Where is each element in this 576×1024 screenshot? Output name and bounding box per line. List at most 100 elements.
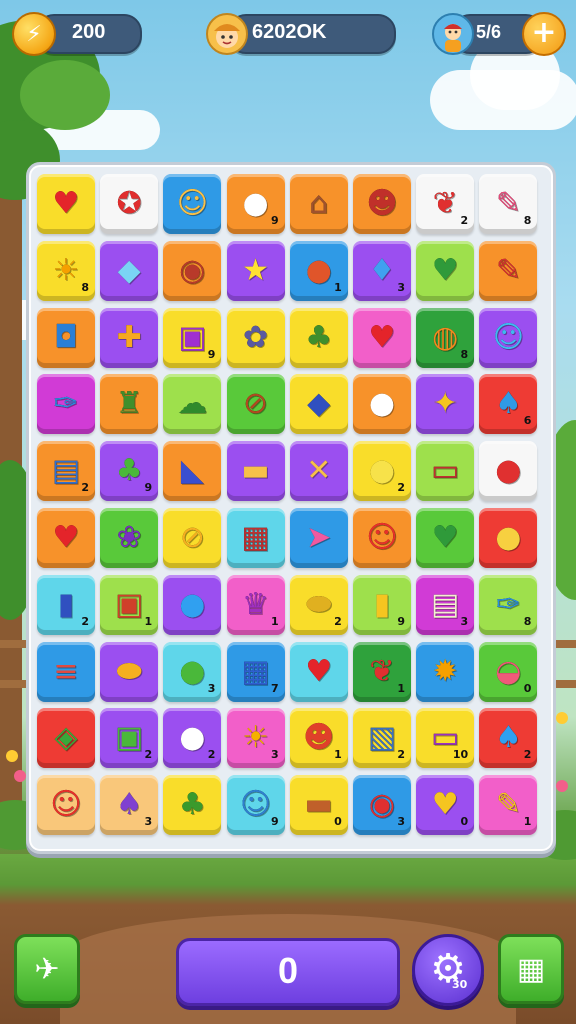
tile[interactable]: ◆	[100, 240, 159, 301]
tile-number: 1	[334, 748, 342, 762]
tile[interactable]: ☀ 8	[37, 240, 95, 301]
grid-menu-button[interactable]: ▦	[498, 934, 564, 1004]
paper-plane-button[interactable]: ✈	[14, 934, 80, 1004]
tile[interactable]: ● 2	[163, 708, 222, 769]
tile[interactable]: ☺	[163, 174, 222, 234]
tile[interactable]: ♜	[100, 374, 159, 435]
tile[interactable]: ☺	[353, 508, 411, 568]
tile[interactable]: ⊘	[226, 374, 285, 435]
grid-calendar-icon: ▦	[516, 951, 546, 987]
tile[interactable]: ✎ 1	[479, 775, 538, 836]
tile[interactable]: ✑ 8	[479, 574, 538, 635]
tile[interactable]: ▧ 2	[353, 708, 411, 769]
tile[interactable]: ☀ 3	[226, 708, 285, 769]
tile[interactable]: ☁	[163, 374, 222, 435]
tile[interactable]: ☻	[353, 174, 411, 234]
tile[interactable]: ♠ 6	[479, 374, 538, 435]
add-lives-button[interactable]: +	[522, 12, 566, 56]
tile[interactable]: ✎	[479, 240, 538, 301]
tile-icon: ▣	[115, 720, 144, 756]
tile[interactable]: ●	[479, 508, 538, 568]
tile[interactable]: ◆	[289, 374, 348, 435]
tile[interactable]: ☺	[37, 775, 95, 836]
tile-icon: ●	[179, 720, 206, 756]
tile[interactable]: ◉ 3	[353, 775, 411, 836]
tile[interactable]: ✪	[100, 174, 159, 234]
tile[interactable]: ♥	[289, 641, 348, 702]
tile-number: 2	[81, 481, 89, 495]
tile[interactable]: ● 2	[353, 441, 411, 502]
tile[interactable]: ♥	[353, 307, 411, 368]
tile[interactable]: ★	[226, 240, 285, 301]
tile[interactable]: ▭ 10	[416, 708, 475, 769]
tile[interactable]: ◘	[37, 307, 95, 368]
tile[interactable]: ♣ 9	[100, 441, 159, 502]
tile[interactable]: ▮ 9	[353, 574, 411, 635]
tile-number: 2	[334, 614, 342, 628]
tile[interactable]: ● 3	[163, 641, 222, 702]
paper-plane-icon: ✈	[34, 951, 60, 987]
tile[interactable]: ✹	[416, 641, 475, 702]
tile[interactable]: ❦ 2	[416, 174, 475, 234]
tile-icon: ◆	[117, 252, 141, 288]
tile-icon: ♠	[115, 787, 143, 823]
tile[interactable]: ▤ 2	[37, 441, 95, 502]
tile[interactable]: ✦	[416, 374, 475, 435]
tile[interactable]: ✎ 8	[479, 174, 538, 234]
tile[interactable]: ◈	[37, 708, 95, 769]
tile[interactable]: ❀	[100, 508, 159, 568]
tile[interactable]: ▣ 1	[100, 574, 159, 635]
tile[interactable]: ✑	[37, 374, 95, 435]
tile[interactable]: ▦ 7	[226, 641, 285, 702]
tile[interactable]: ♣	[163, 775, 222, 836]
tile[interactable]: ▣ 9	[163, 307, 222, 368]
tile[interactable]: ☺ 9	[226, 775, 285, 836]
settings-button[interactable]: ⚙	[412, 934, 484, 1006]
tile[interactable]: ♠ 3	[100, 775, 159, 836]
tile[interactable]: ✿	[226, 307, 285, 368]
tile[interactable]: ♠ 2	[479, 708, 538, 769]
tile[interactable]: ● 9	[226, 174, 285, 234]
tile-icon: ✪	[116, 186, 142, 221]
tile[interactable]: ●	[163, 574, 222, 635]
tile[interactable]: ●	[353, 374, 411, 435]
tile[interactable]: ✚	[100, 307, 159, 368]
tile[interactable]: ⬬	[100, 641, 159, 702]
tile[interactable]: ◉	[163, 240, 222, 301]
tile[interactable]: ≡	[37, 641, 95, 702]
tile[interactable]: ➤	[289, 508, 348, 568]
tile-number: 0	[523, 681, 532, 695]
tile[interactable]: ◍ 8	[416, 307, 475, 368]
tile[interactable]: ♥ 0	[416, 775, 475, 836]
tile[interactable]: ♦ 3	[353, 240, 411, 301]
tile[interactable]: ▤ 3	[416, 574, 475, 635]
tile[interactable]: ●	[479, 441, 538, 502]
tile[interactable]: ☻ 1	[289, 708, 348, 769]
tile[interactable]: ✕	[289, 441, 348, 502]
tile[interactable]: ⬬ 2	[289, 574, 348, 635]
tile[interactable]: ▬	[226, 441, 285, 502]
tile[interactable]: ▬ 0	[289, 775, 348, 836]
tile-icon: ≡	[53, 653, 79, 689]
tile[interactable]: ♥	[37, 508, 95, 568]
tile[interactable]: ◒ 0	[479, 641, 538, 702]
tile[interactable]: ▭	[416, 441, 475, 502]
tile[interactable]: ⊘	[163, 508, 222, 568]
tile[interactable]: ▦	[226, 508, 285, 568]
tile[interactable]: ♥	[37, 174, 95, 234]
tile[interactable]: ◣	[163, 441, 222, 502]
tile[interactable]: ♛ 1	[226, 574, 285, 635]
tile-number: 8	[523, 214, 532, 227]
tile-icon: ⬬	[305, 586, 332, 622]
tile[interactable]: ♥	[416, 240, 475, 301]
tile-number: 2	[144, 748, 153, 762]
tile[interactable]: ♥	[416, 508, 475, 568]
tile[interactable]: ▣ 2	[100, 708, 159, 769]
tile-number: 3	[207, 681, 216, 695]
tile[interactable]: ▮ 2	[37, 574, 95, 635]
tile[interactable]: ☺	[479, 307, 538, 368]
tile[interactable]: ❦ 1	[353, 641, 411, 702]
tile[interactable]: ● 1	[289, 240, 348, 301]
tile[interactable]: ⌂	[289, 174, 348, 234]
tile[interactable]: ♣	[289, 307, 348, 368]
